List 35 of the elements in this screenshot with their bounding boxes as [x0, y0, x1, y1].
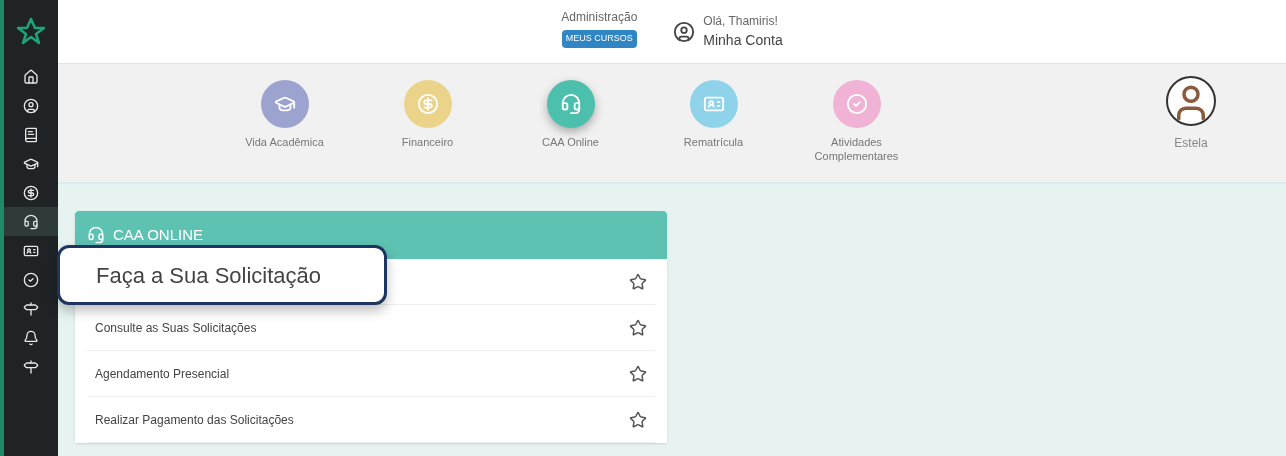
my-account-link[interactable]: Minha Conta — [703, 30, 783, 51]
user-icon — [23, 97, 39, 114]
star-icon[interactable] — [629, 318, 647, 337]
admin-label: Administração — [561, 9, 638, 26]
greeting-text: Olá, Thamiris! — [703, 13, 779, 30]
star-logo-icon — [16, 16, 46, 46]
nav-item[interactable]: Financeiro — [356, 80, 499, 150]
nav-item[interactable]: CAA Online — [499, 80, 642, 150]
star-icon[interactable] — [629, 364, 647, 383]
bell-icon — [23, 329, 39, 346]
star-icon[interactable] — [629, 272, 647, 291]
user-icon — [673, 20, 696, 43]
nav-item[interactable]: Rematrícula — [642, 80, 785, 150]
nav-item[interactable]: Vida Acadêmica — [213, 80, 356, 150]
check-circle-icon — [23, 271, 39, 288]
headset-icon — [87, 226, 105, 244]
nav-item[interactable]: Atividades Complementares — [785, 80, 928, 164]
dollar-coin-icon — [23, 184, 39, 201]
profile-name: Estela — [1174, 135, 1208, 152]
menu-item[interactable]: Agendamento Presencial — [87, 351, 655, 397]
avatar[interactable] — [1166, 76, 1216, 126]
signpost-icon — [23, 300, 39, 317]
signpost-icon — [23, 358, 39, 375]
book-icon — [23, 126, 39, 143]
headset-icon — [23, 213, 39, 230]
my-courses-button[interactable]: MEUS CURSOS — [561, 30, 637, 48]
sidebar-item[interactable] — [4, 207, 58, 236]
star-icon[interactable] — [629, 410, 647, 429]
home-icon — [23, 68, 39, 85]
menu-item[interactable]: Realizar Pagamento das Solicitações — [87, 397, 655, 443]
card-title: CAA ONLINE — [113, 224, 204, 245]
dollar-coin-icon — [416, 93, 439, 115]
headset-icon — [559, 93, 582, 115]
check-circle-icon — [845, 93, 868, 115]
callout[interactable]: Faça a Sua Solicitação — [57, 245, 387, 305]
